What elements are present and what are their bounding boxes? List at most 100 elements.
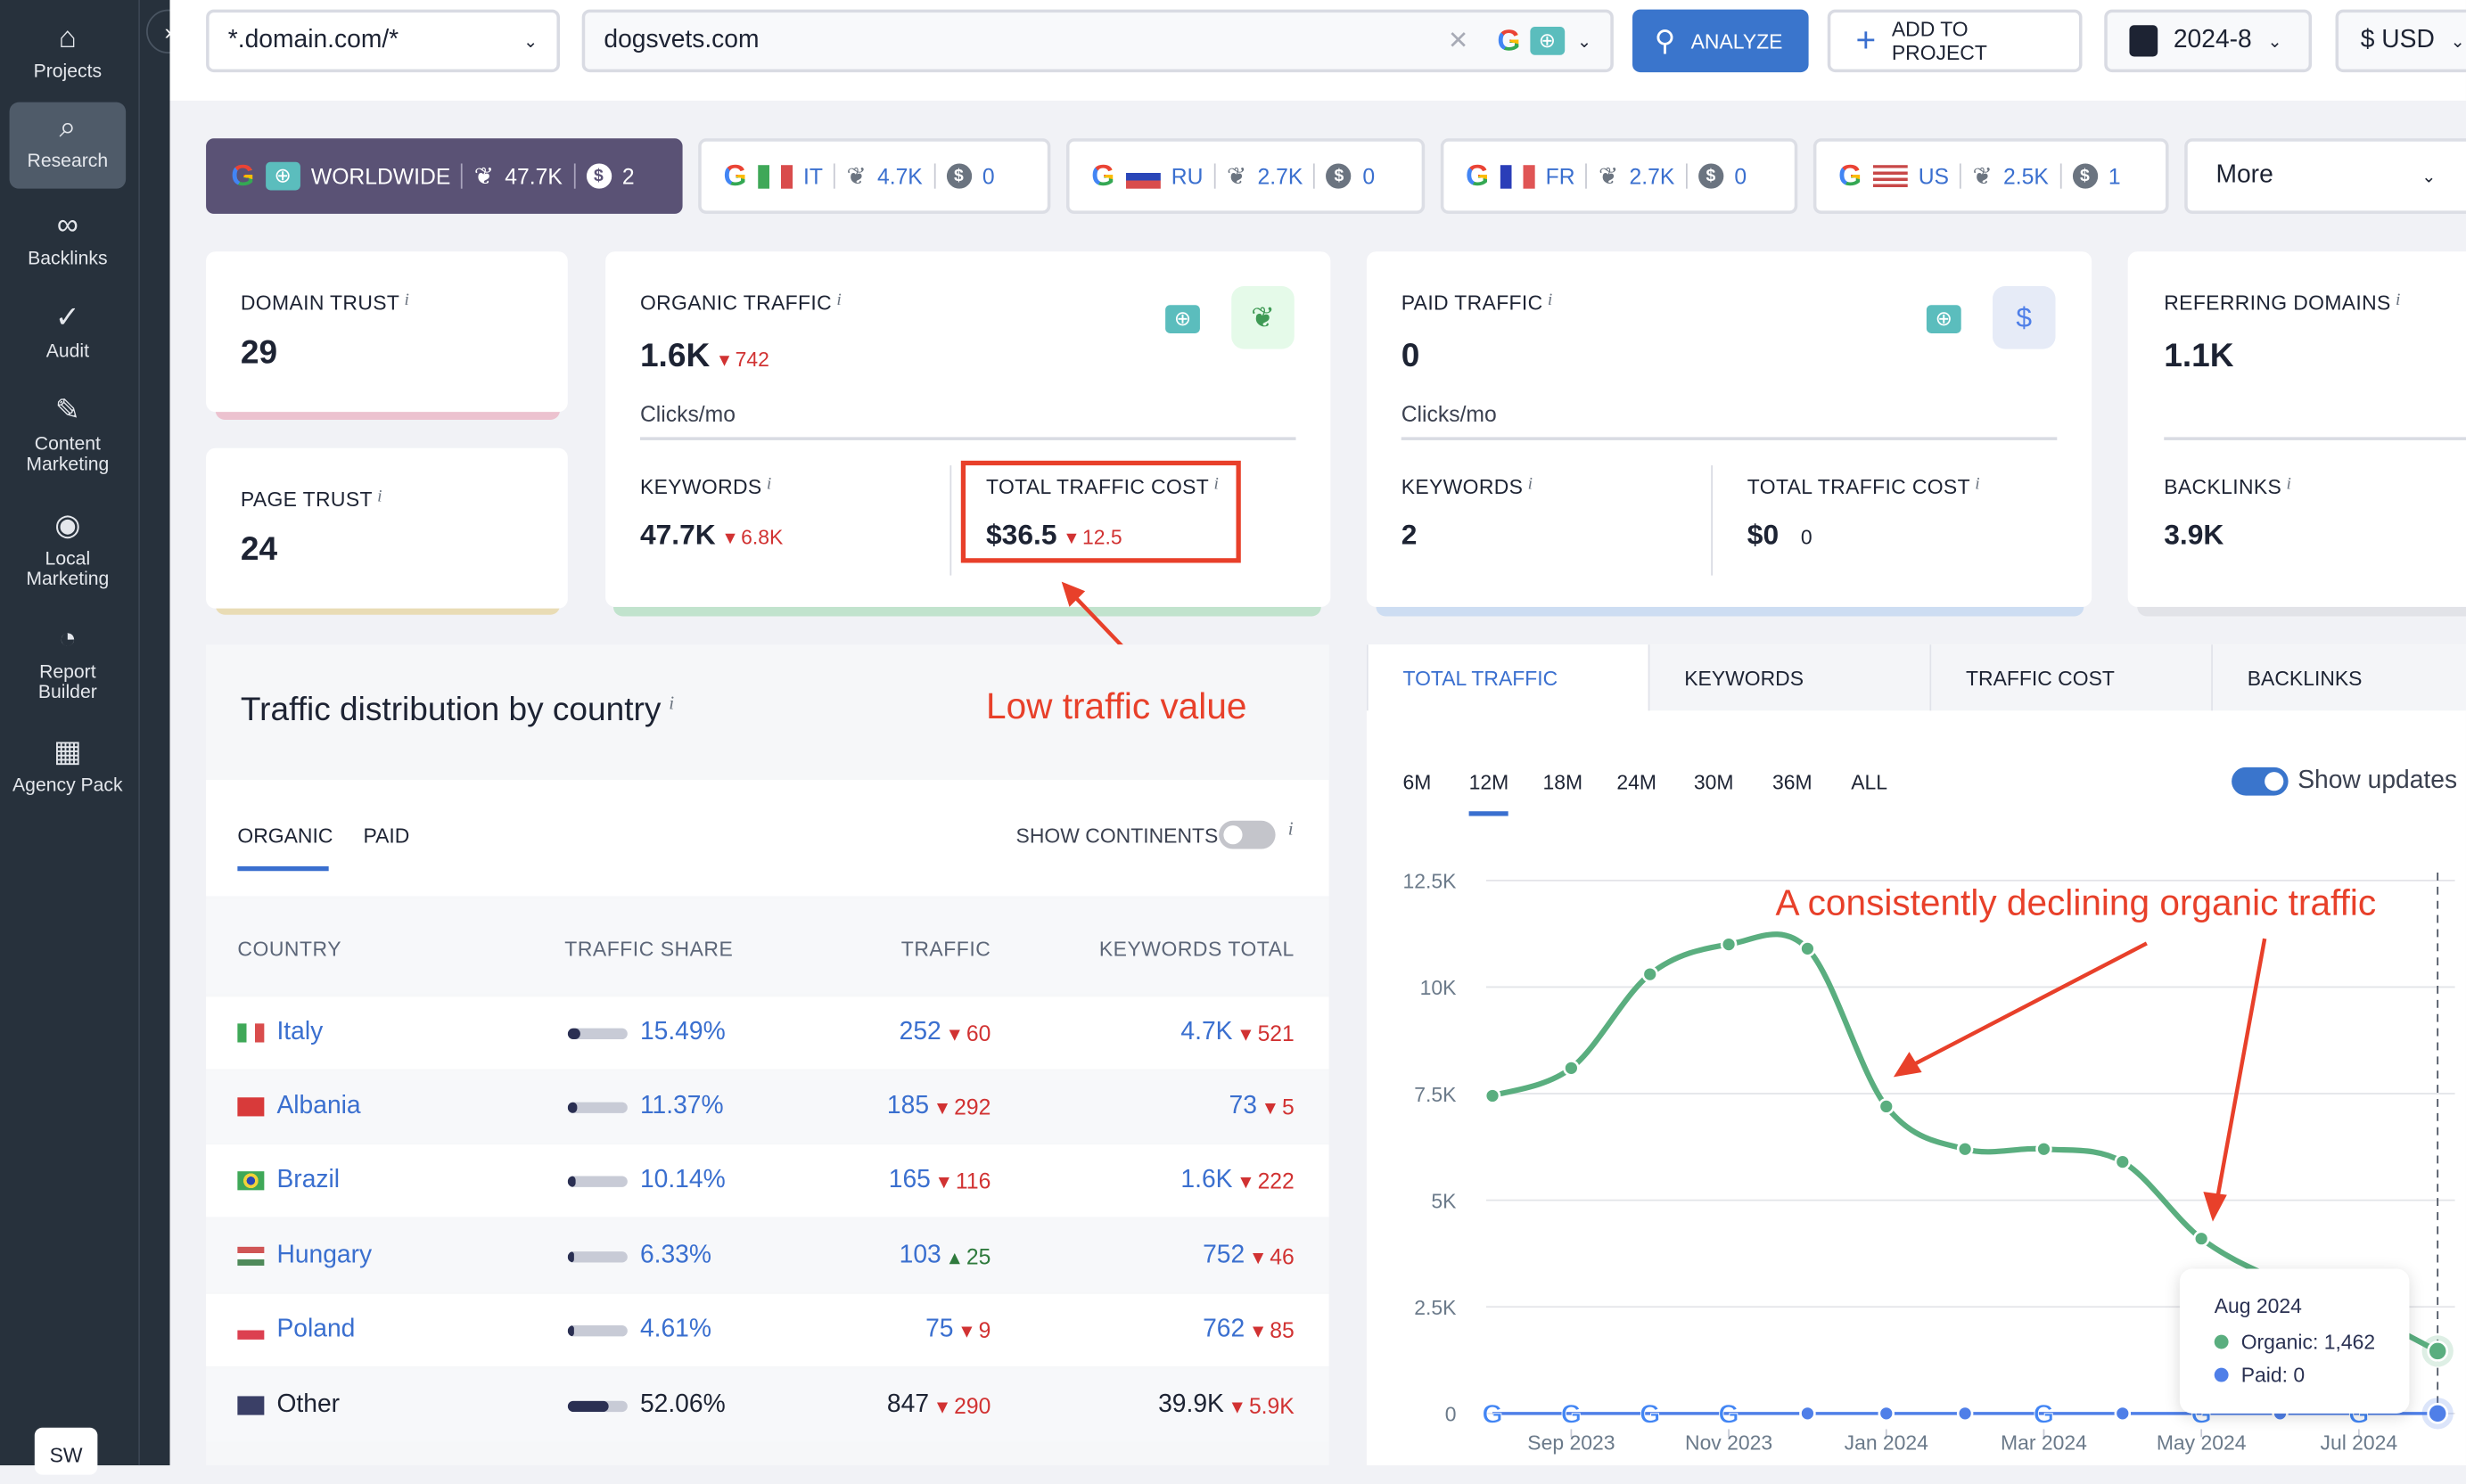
scope-select[interactable]: *.domain.com/* ⌄ bbox=[206, 9, 560, 73]
sidebar-item-agency-pack[interactable]: ▦ Agency Pack bbox=[10, 726, 127, 805]
database-chip-ru[interactable]: G RU ❦ 2.7K $0 bbox=[1065, 138, 1426, 214]
keywords-value[interactable]: 4.7K bbox=[1180, 1019, 1232, 1047]
info-icon[interactable]: i bbox=[1975, 475, 1980, 494]
more-databases-dropdown[interactable]: More ⌄ bbox=[2184, 138, 2466, 214]
tab-organic[interactable]: ORGANIC bbox=[237, 824, 333, 847]
column-traffic[interactable]: TRAFFIC bbox=[901, 937, 991, 960]
backlinks-label: BACKLINKS i bbox=[2164, 474, 2292, 499]
sidebar-item-label: Backlinks bbox=[28, 246, 108, 269]
keywords-value[interactable]: 73 bbox=[1229, 1093, 1257, 1121]
tab-backlinks[interactable]: BACKLINKS bbox=[2211, 644, 2466, 711]
flag-other-icon bbox=[237, 1396, 265, 1415]
analyze-button[interactable]: ⚲ ANALYZE bbox=[1632, 9, 1809, 73]
info-icon[interactable]: i bbox=[836, 291, 842, 309]
keywords-delta: 46 bbox=[1270, 1242, 1295, 1268]
database-chip-it[interactable]: G IT ❦ 4.7K $0 bbox=[698, 138, 1051, 214]
currency-select[interactable]: $ USD ⌄ bbox=[2335, 9, 2466, 73]
keywords-value[interactable]: 752 bbox=[1203, 1242, 1245, 1271]
active-period-underline bbox=[1468, 811, 1508, 816]
traffic-value[interactable]: 75 bbox=[925, 1316, 953, 1344]
period-18m[interactable]: 18M bbox=[1542, 770, 1582, 793]
traffic-value[interactable]: 103 bbox=[900, 1242, 941, 1271]
sidebar-item-content-marketing[interactable]: ✎ Content Marketing bbox=[10, 385, 127, 484]
database-chip-worldwide[interactable]: G ⊕ WORLDWIDE ❦ 47.7K $2 bbox=[206, 138, 683, 214]
flag-us-icon bbox=[1872, 164, 1908, 188]
database-chip-fr[interactable]: G FR ❦ 2.7K $0 bbox=[1440, 138, 1798, 214]
tab-traffic-cost[interactable]: TRAFFIC COST bbox=[1929, 644, 2212, 711]
traffic-value[interactable]: 185 bbox=[887, 1093, 929, 1121]
country-link[interactable]: Albania bbox=[276, 1093, 360, 1121]
x-tick-label: Nov 2023 bbox=[1685, 1431, 1772, 1454]
sidebar-item-projects[interactable]: ⌂ Projects bbox=[10, 12, 127, 91]
period-6m[interactable]: 6M bbox=[1402, 770, 1431, 793]
y-tick-label: 2.5K bbox=[1414, 1296, 1457, 1319]
paid-cost-value: $0 0 bbox=[1747, 519, 1813, 551]
show-updates-toggle[interactable] bbox=[2232, 767, 2289, 796]
tab-keywords[interactable]: KEYWORDS bbox=[1648, 644, 1930, 711]
period-12m[interactable]: 12M bbox=[1469, 770, 1509, 793]
traffic-value[interactable]: 165 bbox=[889, 1167, 931, 1195]
info-icon[interactable]: i bbox=[1528, 475, 1533, 494]
x-tick-label: Jan 2024 bbox=[1845, 1431, 1929, 1454]
paid-count: 0 bbox=[982, 163, 995, 189]
sidebar-item-audit[interactable]: ✓ Audit bbox=[10, 292, 127, 371]
period-24m[interactable]: 24M bbox=[1616, 770, 1656, 793]
sidebar-item-backlinks[interactable]: ∞ Backlinks bbox=[10, 200, 127, 278]
traffic-share: 6.33% bbox=[639, 1242, 711, 1269]
info-icon[interactable]: i bbox=[2286, 475, 2291, 494]
organic-traffic-label: ORGANIC TRAFFIC i bbox=[639, 291, 843, 315]
info-icon[interactable]: i bbox=[669, 692, 674, 714]
domain-search-input[interactable]: dogsvets.com ✕ G ⊕ ⌄ bbox=[581, 9, 1614, 73]
country-link[interactable]: Brazil bbox=[276, 1167, 340, 1195]
period-all[interactable]: ALL bbox=[1851, 770, 1887, 793]
period-30m[interactable]: 30M bbox=[1694, 770, 1734, 793]
clear-icon[interactable]: ✕ bbox=[1448, 25, 1469, 56]
chevron-down-icon[interactable]: ⌄ bbox=[1577, 30, 1591, 51]
date-select[interactable]: 2024-8 ⌄ bbox=[2104, 9, 2313, 73]
keywords-delta: 5.9K bbox=[1248, 1392, 1295, 1418]
google-icon: G bbox=[1497, 24, 1521, 58]
period-36m[interactable]: 36M bbox=[1772, 770, 1813, 793]
referring-domains-value: 1.1K bbox=[2164, 338, 2234, 374]
flag-it-icon bbox=[757, 164, 793, 188]
traffic-share: 15.49% bbox=[639, 1019, 726, 1046]
country-link[interactable]: Poland bbox=[276, 1316, 355, 1344]
keywords-value[interactable]: 762 bbox=[1203, 1316, 1245, 1344]
column-country[interactable]: COUNTRY bbox=[237, 937, 341, 960]
country-link[interactable]: Hungary bbox=[276, 1242, 372, 1271]
organic-keywords-label: KEYWORDS i bbox=[639, 474, 772, 499]
traffic-share: 52.06% bbox=[639, 1391, 726, 1419]
column-traffic-share[interactable]: TRAFFIC SHARE bbox=[564, 937, 733, 960]
tab-paid[interactable]: PAID bbox=[363, 824, 409, 847]
column-keywords-total[interactable]: KEYWORDS TOTAL bbox=[1099, 937, 1295, 960]
tooltip-paid: Paid: 0 bbox=[2214, 1363, 2410, 1387]
info-icon[interactable]: i bbox=[377, 488, 382, 506]
google-update-marker: G bbox=[2034, 1399, 2054, 1429]
country-link[interactable]: Italy bbox=[276, 1019, 323, 1047]
info-icon[interactable]: i bbox=[1548, 291, 1553, 309]
tab-total-traffic[interactable]: TOTAL TRAFFIC bbox=[1366, 644, 1648, 711]
show-continents-toggle[interactable] bbox=[1219, 820, 1276, 849]
dollar-icon: $ bbox=[1992, 286, 2056, 349]
info-icon[interactable]: i bbox=[1288, 817, 1294, 840]
annotation-arrows bbox=[1893, 938, 2267, 1222]
chevron-down-icon: ⌄ bbox=[2450, 32, 2465, 52]
table-row: Italy 15.49% 252 ▾ 60 4.7K ▾ 521 bbox=[206, 996, 1329, 1070]
info-icon[interactable]: i bbox=[767, 475, 772, 494]
info-icon[interactable]: i bbox=[405, 291, 410, 309]
data-point-paid bbox=[1878, 1405, 1895, 1423]
user-badge[interactable]: SW bbox=[34, 1427, 98, 1475]
traffic-share: 10.14% bbox=[639, 1166, 726, 1193]
database-chip-us[interactable]: G US ❦ 2.5K $1 bbox=[1813, 138, 2169, 214]
sidebar-item-research[interactable]: ⌕ Research bbox=[9, 102, 127, 189]
keywords-value[interactable]: 1.6K bbox=[1180, 1167, 1232, 1195]
sidebar-item-report-builder[interactable]: ◔ Report Builder bbox=[10, 613, 127, 712]
traffic-delta: 290 bbox=[954, 1392, 991, 1418]
sidebar-item-local-marketing[interactable]: ◉ Local Marketing bbox=[10, 500, 127, 599]
add-to-project-button[interactable]: + ADD TO PROJECT bbox=[1827, 9, 2083, 73]
sidebar-item-label: Local Marketing bbox=[26, 546, 110, 590]
traffic-value: 847 bbox=[886, 1391, 930, 1419]
keywords-count: 2.7K bbox=[1629, 163, 1675, 189]
traffic-value[interactable]: 252 bbox=[900, 1019, 941, 1047]
info-icon[interactable]: i bbox=[2396, 291, 2401, 309]
